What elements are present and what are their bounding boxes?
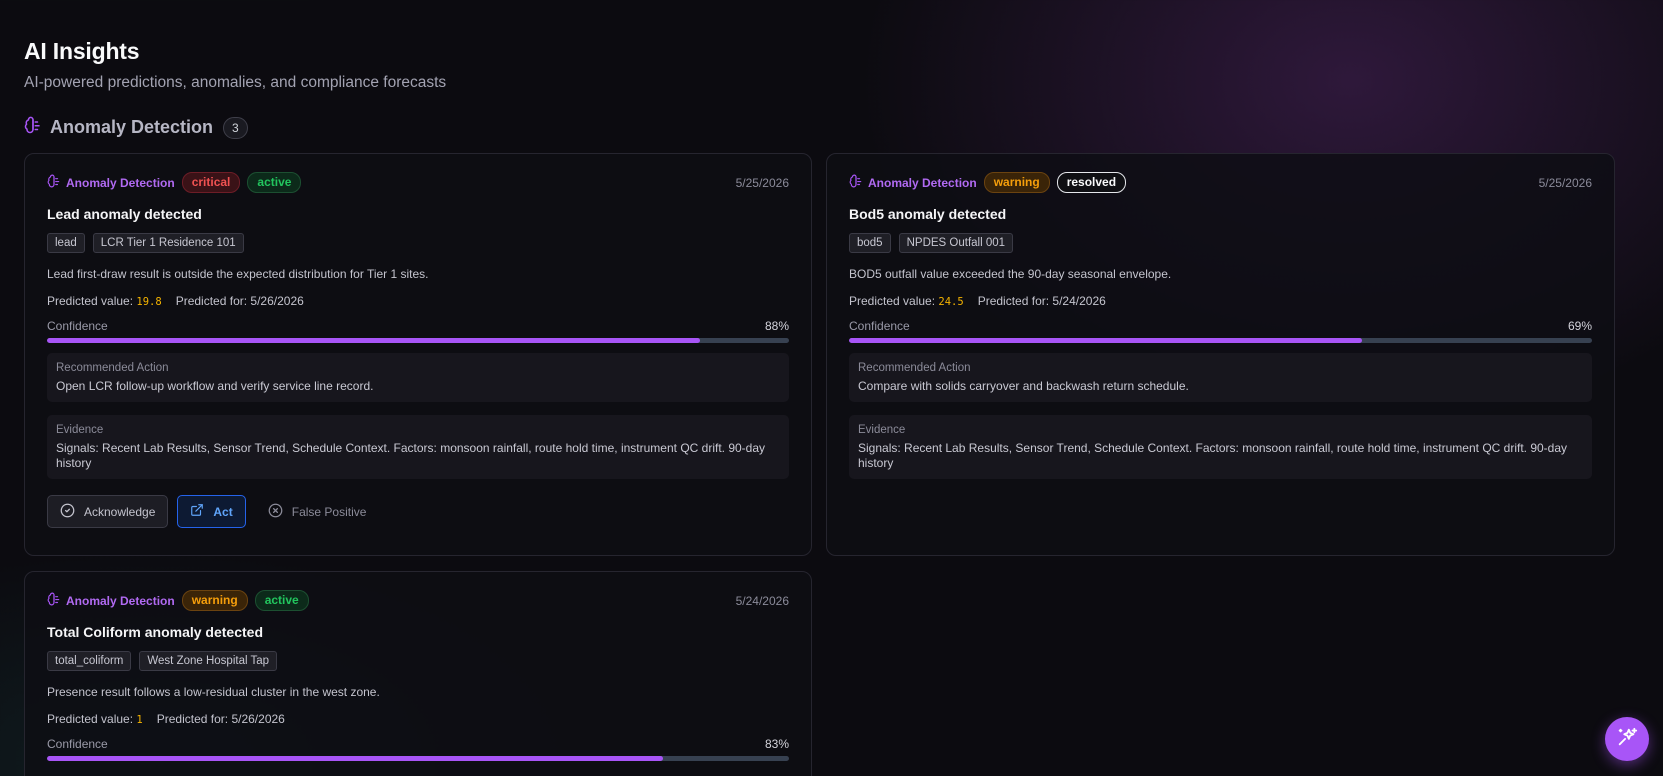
card-type-label: Anomaly Detection — [47, 174, 175, 191]
confidence-percent: 88% — [764, 319, 789, 333]
recommended-action-box: Recommended Action Compare with solids c… — [849, 353, 1592, 402]
card-date: 5/25/2026 — [1538, 175, 1592, 190]
card-title: Lead anomaly detected — [47, 206, 202, 222]
predicted-for-label: Predicted for: — [977, 294, 1050, 308]
status-badge: active — [254, 590, 309, 611]
acknowledge-button[interactable]: Acknowledge — [47, 495, 169, 528]
recommended-action-label: Recommended Action — [56, 362, 169, 374]
insight-card-lead: Anomaly Detection critical active 5/25/2… — [24, 153, 812, 556]
confidence-label: Confidence — [47, 319, 108, 333]
card-description: Presence result follows a low-residual c… — [47, 685, 380, 699]
status-badge: active — [247, 172, 302, 193]
confidence-label: Confidence — [849, 319, 910, 333]
evidence-box: Evidence Signals: Recent Lab Results, Se… — [849, 415, 1592, 479]
evidence-box: Evidence Signals: Recent Lab Results, Se… — [47, 415, 789, 479]
predicted-value-label: Predicted value: — [47, 294, 134, 308]
brain-icon — [24, 116, 42, 139]
card-date: 5/24/2026 — [735, 593, 789, 608]
confidence-percent: 83% — [764, 737, 789, 751]
card-type-text: Anomaly Detection — [868, 175, 977, 190]
evidence-label: Evidence — [56, 424, 104, 436]
confidence-bar-fill — [47, 338, 700, 343]
evidence-text: Signals: Recent Lab Results, Sensor Tren… — [56, 441, 766, 470]
severity-badge: critical — [181, 172, 241, 193]
severity-badge: warning — [983, 172, 1050, 193]
confidence-label: Confidence — [47, 737, 108, 751]
severity-badge: warning — [181, 590, 248, 611]
card-title: Bod5 anomaly detected — [849, 206, 1007, 222]
recommended-action-text: Open LCR follow-up workflow and verify s… — [56, 379, 374, 393]
card-title: Total Coliform anomaly detected — [47, 624, 263, 640]
site-chip: LCR Tier 1 Residence 101 — [92, 233, 244, 253]
acknowledge-label: Acknowledge — [84, 504, 156, 519]
evidence-text: Signals: Recent Lab Results, Sensor Tren… — [858, 441, 1568, 470]
prediction-row: Predicted value: 1 Predicted for: 5/26/2… — [47, 712, 789, 726]
section-title: Anomaly Detection — [50, 117, 214, 137]
confidence-bar-fill — [47, 756, 663, 761]
confidence-bar — [47, 338, 789, 343]
predicted-for-date: 5/24/2026 — [1052, 294, 1106, 308]
confidence-percent: 69% — [1567, 319, 1592, 333]
x-circle-icon — [268, 503, 283, 521]
card-description: Lead first-draw result is outside the ex… — [47, 267, 429, 281]
brain-icon — [849, 174, 863, 191]
recommended-action-text: Compare with solids carryover and backwa… — [858, 379, 1189, 393]
card-date: 5/25/2026 — [735, 175, 789, 190]
predicted-value: 24.5 — [938, 296, 964, 308]
parameter-chip: lead — [47, 233, 85, 253]
card-description: BOD5 outfall value exceeded the 90-day s… — [849, 267, 1172, 281]
parameter-chip: bod5 — [849, 233, 891, 253]
predicted-value: 1 — [136, 714, 143, 726]
false-positive-button[interactable]: False Positive — [255, 495, 380, 528]
section-header: Anomaly Detection 3 — [24, 116, 248, 139]
site-chip: West Zone Hospital Tap — [139, 651, 278, 671]
predicted-for-label: Predicted for: — [156, 712, 229, 726]
card-type-label: Anomaly Detection — [47, 592, 175, 609]
card-type-text: Anomaly Detection — [66, 175, 175, 190]
predicted-value-label: Predicted value: — [849, 294, 936, 308]
confidence-bar-fill — [849, 338, 1362, 343]
page-subtitle: AI-powered predictions, anomalies, and c… — [24, 74, 447, 91]
card-type-text: Anomaly Detection — [66, 593, 175, 608]
predicted-for-date: 5/26/2026 — [250, 294, 304, 308]
external-link-icon — [190, 503, 204, 520]
prediction-row: Predicted value: 24.5 Predicted for: 5/2… — [849, 294, 1592, 308]
brain-icon — [47, 174, 61, 191]
act-button[interactable]: Act — [177, 495, 246, 528]
parameter-chip: total_coliform — [47, 651, 132, 671]
predicted-for-label: Predicted for: — [175, 294, 248, 308]
page-header: AI Insights AI-powered predictions, anom… — [24, 38, 446, 92]
count-badge: 3 — [223, 116, 248, 139]
page-title: AI Insights — [24, 38, 140, 64]
prediction-row: Predicted value: 19.8 Predicted for: 5/2… — [47, 294, 789, 308]
predicted-value-label: Predicted value: — [47, 712, 134, 726]
check-circle-icon — [60, 503, 75, 521]
predicted-value: 19.8 — [136, 296, 162, 308]
confidence-bar — [849, 338, 1592, 343]
evidence-label: Evidence — [858, 424, 906, 436]
card-type-label: Anomaly Detection — [849, 174, 977, 191]
brain-icon — [47, 592, 61, 609]
insight-card-bod5: Anomaly Detection warning resolved 5/25/… — [826, 153, 1615, 556]
predicted-for-date: 5/26/2026 — [231, 712, 285, 726]
act-label: Act — [213, 504, 233, 519]
recommended-action-box: Recommended Action Open LCR follow-up wo… — [47, 353, 789, 402]
false-positive-label: False Positive — [291, 504, 367, 519]
confidence-bar — [47, 756, 789, 761]
recommended-action-label: Recommended Action — [858, 362, 971, 374]
insight-card-total-coliform: Anomaly Detection warning active 5/24/20… — [24, 571, 812, 776]
site-chip: NPDES Outfall 001 — [898, 233, 1014, 253]
status-badge: resolved — [1056, 172, 1127, 193]
ai-assistant-fab[interactable] — [1605, 717, 1649, 761]
sparkles-icon — [1616, 726, 1638, 753]
